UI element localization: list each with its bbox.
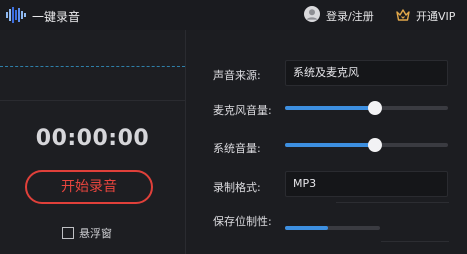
save-progress-fill (285, 226, 328, 230)
sound-wave-logo-icon (6, 7, 26, 23)
save-location-label: 保存位制性: (213, 215, 272, 228)
float-window-checkbox[interactable] (62, 227, 74, 239)
recording-timer: 00:00:00 (35, 126, 150, 151)
divider-line (381, 241, 449, 242)
system-volume-slider[interactable] (285, 138, 448, 152)
panel-divider (0, 100, 185, 101)
start-recording-button[interactable]: 开始录音 (25, 170, 153, 204)
waveform-display (0, 30, 185, 100)
slider-fill (285, 143, 375, 147)
open-vip-link[interactable]: 开通VIP (416, 8, 455, 24)
slider-thumb[interactable] (367, 101, 382, 115)
system-volume-label: 系统音量: (213, 142, 261, 155)
format-select[interactable]: MP3 (285, 171, 448, 197)
format-label: 录制格式: (213, 181, 261, 194)
slider-fill (285, 106, 375, 110)
save-progress-bar (285, 226, 380, 230)
divider-line (336, 202, 449, 203)
user-avatar-icon[interactable] (304, 6, 320, 22)
slider-thumb[interactable] (367, 138, 382, 152)
title-bar: 一键录音 登录/注册 开通VIP (0, 0, 467, 30)
float-window-label: 悬浮窗 (79, 227, 112, 240)
source-select[interactable]: 系统及麦克风 (285, 60, 448, 86)
mic-volume-label: 麦克风音量: (213, 104, 272, 117)
mic-volume-slider[interactable] (285, 101, 448, 115)
waveform-baseline (0, 66, 185, 67)
float-window-option[interactable]: 悬浮窗 (62, 226, 112, 240)
source-label: 声音来源: (213, 69, 261, 82)
app-title: 一键录音 (32, 10, 81, 24)
settings-panel: 声音来源: 系统及麦克风 麦克风音量: 系统音量: 录制格式: MP3 保存位制… (186, 30, 467, 254)
recorder-panel: 00:00:00 开始录音 悬浮窗 (0, 30, 185, 254)
crown-icon[interactable] (396, 8, 410, 22)
login-register-link[interactable]: 登录/注册 (326, 8, 374, 24)
